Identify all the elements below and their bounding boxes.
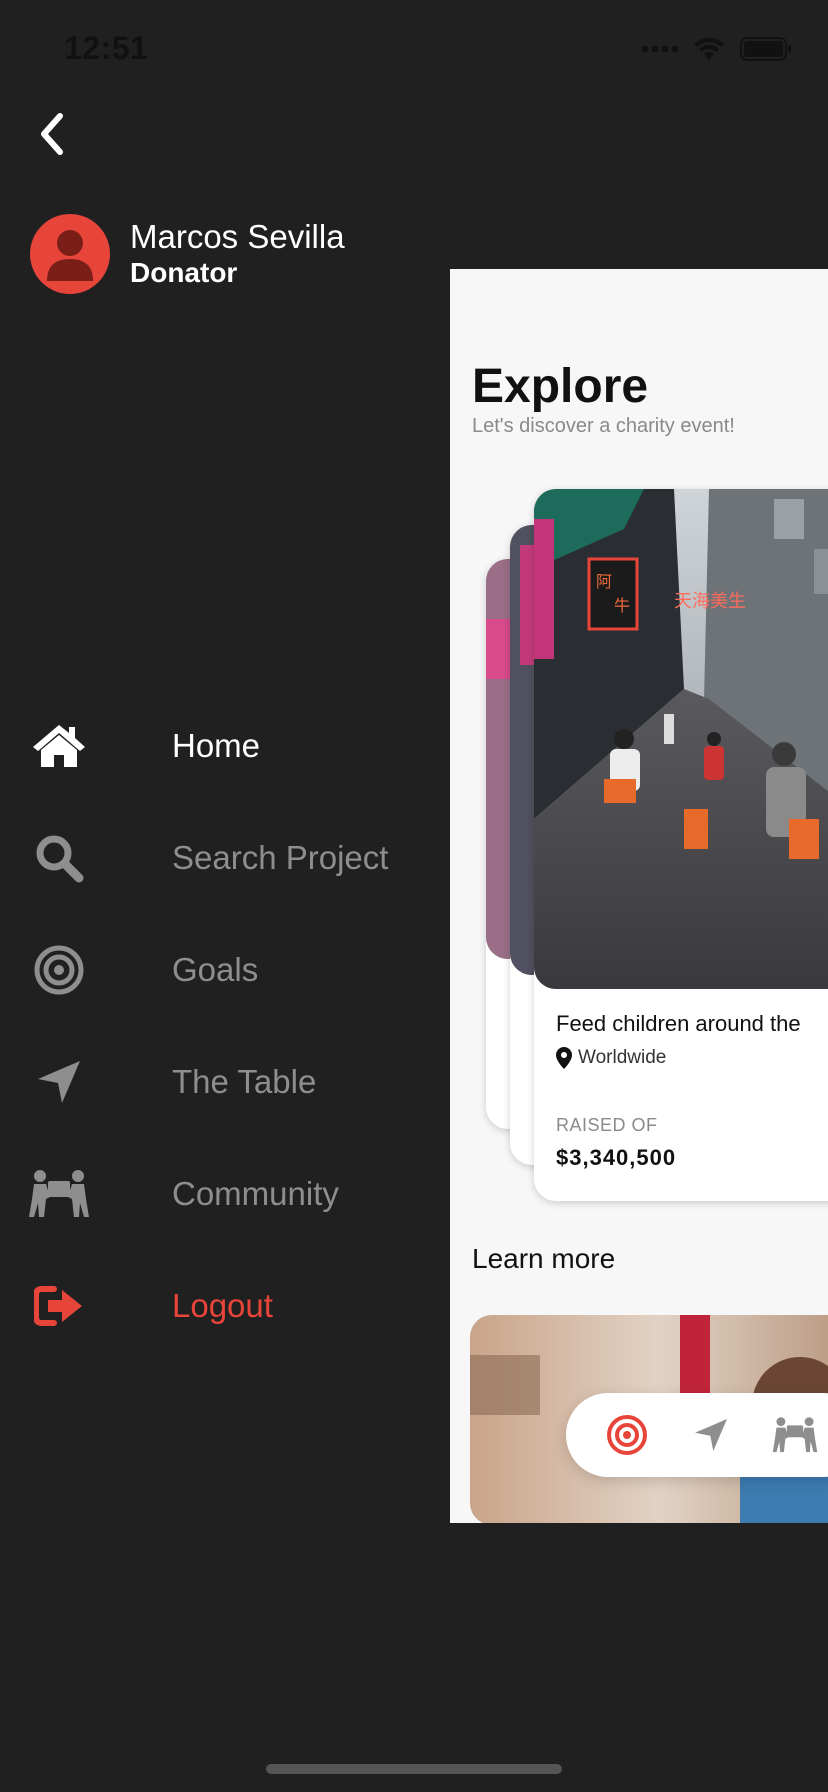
menu-item-community[interactable]: Community	[28, 1138, 388, 1250]
status-indicators	[642, 36, 792, 62]
raised-value: $3,340,500	[556, 1145, 677, 1170]
wifi-icon	[692, 36, 726, 62]
svg-text:天海美生: 天海美生	[674, 591, 746, 612]
project-card-title: Feed children around the	[556, 1011, 801, 1036]
search-icon	[28, 827, 90, 889]
back-button[interactable]	[24, 106, 80, 162]
menu-item-the-table[interactable]: The Table	[28, 1026, 388, 1138]
location-arrow-icon	[695, 1419, 727, 1451]
menu-item-search-project[interactable]: Search Project	[28, 802, 388, 914]
project-card-image: 阿 牛 天海美生	[534, 489, 828, 989]
menu-label-home: Home	[172, 727, 261, 764]
menu-label-logout: Logout	[172, 1287, 273, 1324]
learn-more-heading: Learn more	[472, 1243, 616, 1274]
bottom-navigation	[566, 1393, 828, 1477]
battery-icon	[740, 36, 792, 62]
menu-item-logout[interactable]: Logout	[28, 1250, 388, 1362]
menu-label-community: Community	[172, 1175, 339, 1212]
chevron-left-icon	[41, 113, 63, 155]
location-arrow-icon	[28, 1051, 90, 1113]
status-time: 12:51	[64, 30, 149, 66]
home-icon	[28, 715, 90, 777]
nav-goals-button[interactable]	[604, 1412, 650, 1458]
map-marker-icon	[556, 1047, 572, 1069]
nav-community-button[interactable]	[772, 1412, 818, 1458]
avatar[interactable]	[30, 214, 110, 294]
featured-project-card[interactable]: 阿 牛 天海美生 Feed children around the Worldw…	[534, 489, 828, 1201]
svg-text:牛: 牛	[614, 596, 630, 615]
sign-out-icon	[28, 1275, 90, 1337]
menu-label-the-table: The Table	[172, 1063, 317, 1100]
cellular-signal-icon	[642, 46, 678, 52]
page-title: Explore	[472, 360, 649, 413]
profile-text: Marcos Sevilla Donator	[130, 218, 345, 290]
drawer-menu: Home Search Project Goals The Table Comm…	[28, 690, 388, 1362]
menu-label-search-project: Search Project	[172, 839, 389, 876]
people-carry-icon	[772, 1417, 818, 1453]
raised-label: RAISED OF	[556, 1115, 658, 1135]
page-subtitle: Let's discover a charity event!	[472, 415, 735, 437]
user-icon	[47, 230, 93, 281]
svg-text:阿: 阿	[596, 572, 612, 591]
nav-table-button[interactable]	[688, 1412, 734, 1458]
people-carry-icon	[28, 1163, 90, 1225]
profile-name: Marcos Sevilla	[130, 218, 345, 255]
menu-label-goals: Goals	[172, 951, 259, 988]
project-card-location-text: Worldwide	[578, 1047, 667, 1068]
profile-role: Donator	[130, 257, 238, 288]
status-bar: 12:51	[0, 0, 828, 100]
home-indicator[interactable]	[266, 1764, 562, 1774]
main-page-preview[interactable]: Explore Let's discover a charity event!	[450, 269, 828, 1523]
profile-header: Marcos Sevilla Donator	[30, 214, 345, 294]
project-card-location: Worldwide	[556, 1047, 666, 1069]
menu-item-goals[interactable]: Goals	[28, 914, 388, 1026]
menu-item-home[interactable]: Home	[28, 690, 388, 802]
target-icon	[28, 939, 90, 1001]
target-icon	[607, 1415, 647, 1455]
